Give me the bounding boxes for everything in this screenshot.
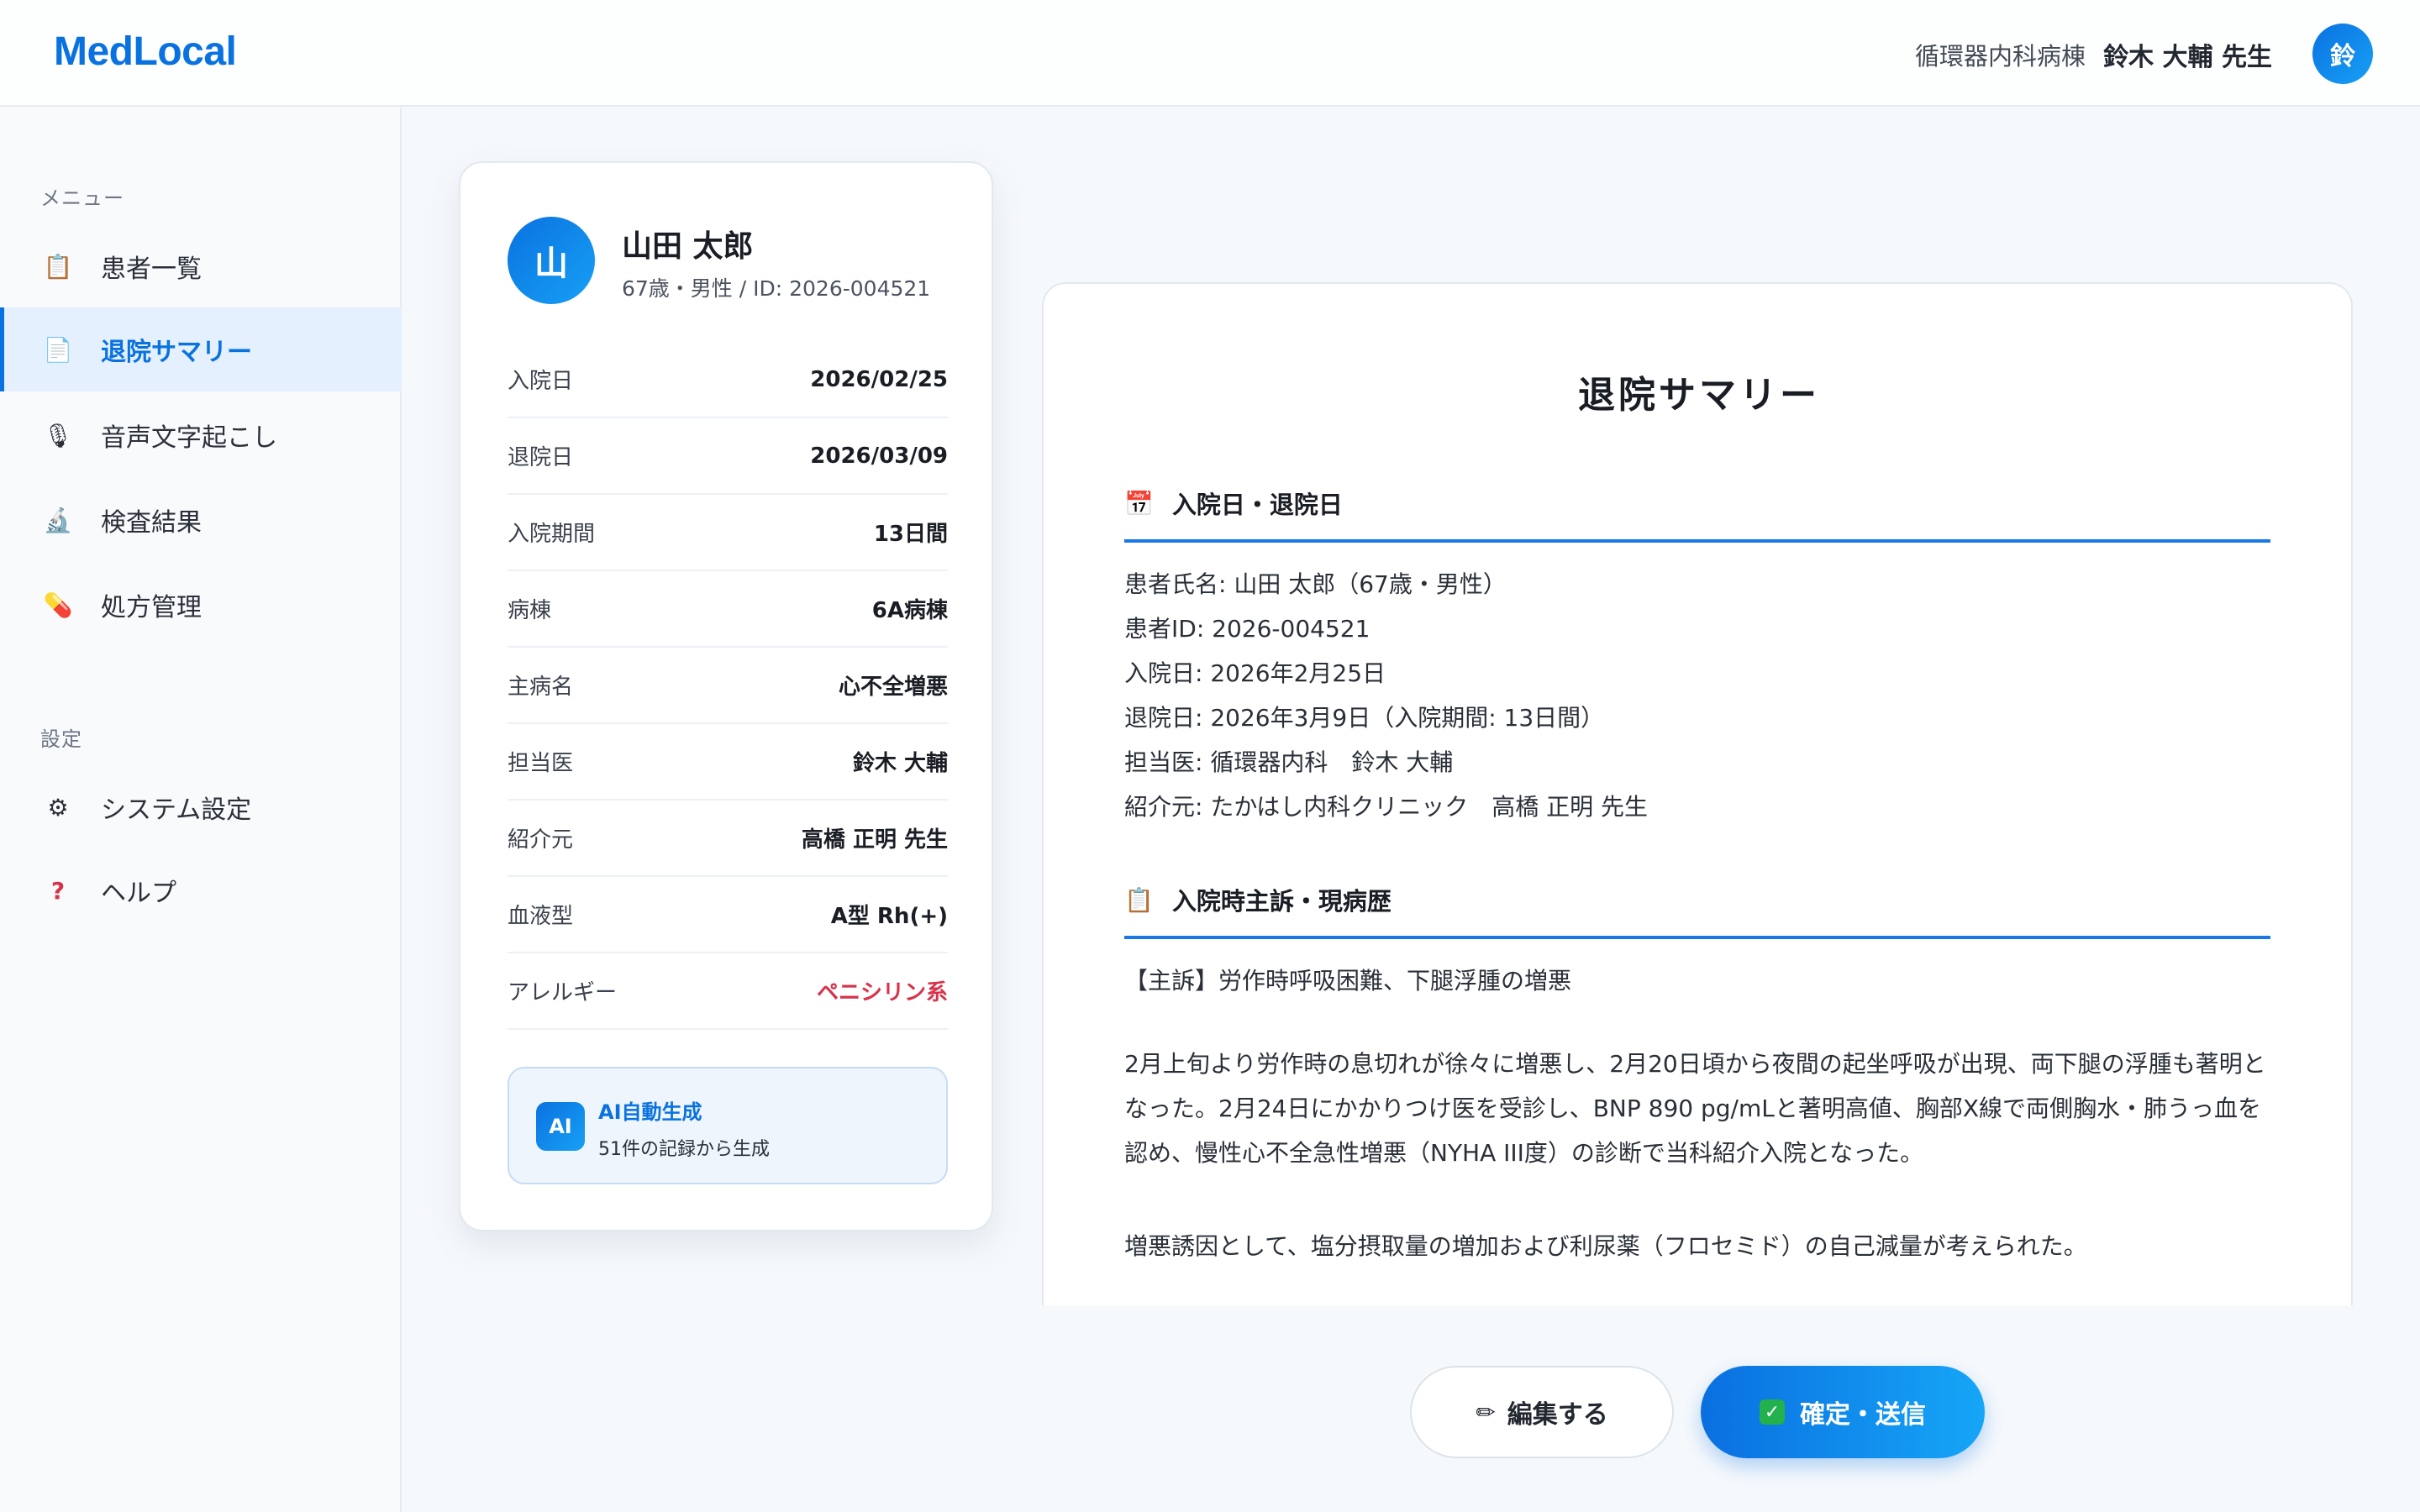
section-heading-text: 入院時主訴・現病歴 <box>1171 887 1392 916</box>
sidebar-item-system-settings[interactable]: ⚙ システム設定 <box>0 765 402 849</box>
row-label: 担当医 <box>508 751 574 776</box>
clipboard-icon: 📋 <box>43 252 73 281</box>
sidebar: メニュー 📋 患者一覧 📄 退院サマリー 🎙 音声文字起こし 🔬 検査結果 💊 … <box>0 108 402 1512</box>
calendar-icon: 📅 <box>1124 489 1154 517</box>
summary-title: 退院サマリー <box>1578 374 1820 417</box>
document-icon: 📄 <box>43 335 73 364</box>
summary-line: 退院日: 2026年3月9日（入院期間: 13日間） <box>1124 704 1605 732</box>
confirm-send-label: 確定・送信 <box>1800 1400 1926 1430</box>
patient-demographics: 67歳・男性 / ID: 2026-004521 <box>622 276 931 301</box>
sidebar-item-prescriptions[interactable]: 💊 処方管理 <box>0 563 402 647</box>
settings-section-label: 設定 <box>40 727 82 751</box>
question-icon: ? <box>50 876 66 905</box>
discharge-summary-document[interactable]: 退院サマリー 📅 入院日・退院日 患者氏名: 山田 太郎（67歳・男性） 患者I… <box>1042 282 2353 1305</box>
user-avatar[interactable]: 鈴 <box>2312 24 2373 84</box>
section-heading-admission-discharge: 📅 入院日・退院日 <box>1124 486 2270 543</box>
summary-line: 紹介元: たかはし内科クリニック 高橋 正明 先生 <box>1124 793 1649 821</box>
row-label: アレルギー <box>508 980 618 1005</box>
row-value: 高橋 正明 先生 <box>801 827 948 853</box>
row-label: 主病名 <box>508 675 574 700</box>
row-value: 2026/03/09 <box>810 443 948 469</box>
patient-row-admission-date: 入院日 2026/02/25 <box>508 342 948 418</box>
row-value: 6A病棟 <box>871 598 948 623</box>
row-value: 13日間 <box>873 522 948 547</box>
section-heading-chief-complaint: 📋 入院時主訴・現病歴 <box>1124 882 2270 939</box>
patient-row-blood-type: 血液型 A型 Rh(+) <box>508 877 948 953</box>
sidebar-item-discharge-summary[interactable]: 📄 退院サマリー <box>0 307 402 391</box>
check-icon: ✓ <box>1760 1399 1785 1425</box>
sidebar-item-patient-list[interactable]: 📋 患者一覧 <box>0 224 402 308</box>
row-label: 血液型 <box>508 904 574 929</box>
sidebar-item-label: 患者一覧 <box>101 255 202 284</box>
current-user-name: 鈴木 大輔 先生 <box>2103 43 2272 72</box>
row-label: 紹介元 <box>508 827 574 853</box>
patient-row-attending: 担当医 鈴木 大輔 <box>508 724 948 801</box>
ward-name: 循環器内科病棟 <box>1914 42 2086 71</box>
sidebar-item-help[interactable]: ? ヘルプ <box>0 848 402 932</box>
ai-generated-notice: AI AI自動生成 51件の記録から生成 <box>508 1067 948 1184</box>
gear-icon: ⚙ <box>47 793 69 822</box>
patient-row-referrer: 紹介元 高橋 正明 先生 <box>508 801 948 877</box>
section-heading-text: 入院日・退院日 <box>1171 491 1343 519</box>
allergy-value: ペニシリン系 <box>816 980 948 1005</box>
microscope-icon: 🔬 <box>43 506 73 534</box>
app-logo[interactable]: MedLocal <box>54 29 237 75</box>
pill-icon: 💊 <box>43 591 73 619</box>
ai-notice-subtitle: 51件の記録から生成 <box>598 1139 770 1160</box>
ai-notice-title: AI自動生成 <box>598 1100 702 1124</box>
row-label: 入院期間 <box>508 522 596 547</box>
ai-badge-icon: AI <box>536 1102 585 1151</box>
summary-line: 患者ID: 2026-004521 <box>1124 615 1370 643</box>
patient-avatar: 山 <box>508 217 595 304</box>
menu-section-label: メニュー <box>40 186 124 210</box>
row-value: 鈴木 大輔 <box>852 751 948 776</box>
row-label: 病棟 <box>508 598 552 623</box>
sidebar-item-label: 処方管理 <box>101 593 202 622</box>
patient-row-stay-length: 入院期間 13日間 <box>508 495 948 571</box>
row-value: 2026/02/25 <box>810 366 948 392</box>
exacerbation-cause: 増悪誘因として、塩分摂取量の増加および利尿薬（フロセミド）の自己減量が考えられた… <box>1124 1232 2087 1260</box>
patient-info-card: 山 山田 太郎 67歳・男性 / ID: 2026-004521 入院日 202… <box>459 161 993 1231</box>
summary-line: 患者氏名: 山田 太郎（67歳・男性） <box>1124 570 1507 598</box>
sidebar-item-transcription[interactable]: 🎙 音声文字起こし <box>0 393 402 477</box>
edit-button[interactable]: ✏ 編集する <box>1410 1366 1674 1458</box>
patient-name: 山田 太郎 <box>622 229 754 264</box>
patient-row-allergy: アレルギー ペニシリン系 <box>508 953 948 1030</box>
patient-row-discharge-date: 退院日 2026/03/09 <box>508 418 948 495</box>
patient-row-diagnosis: 主病名 心不全増悪 <box>508 648 948 724</box>
row-value: 心不全増悪 <box>838 675 948 700</box>
row-label: 退院日 <box>508 445 574 470</box>
edit-button-label: 編集する <box>1507 1400 1608 1430</box>
sidebar-item-label: 退院サマリー <box>101 338 252 367</box>
clipboard-icon: 📋 <box>1124 885 1154 914</box>
top-header: MedLocal 循環器内科病棟 鈴木 大輔 先生 鈴 <box>0 0 2420 107</box>
summary-line: 担当医: 循環器内科 鈴木 大輔 <box>1124 748 1454 776</box>
microphone-icon: 🎙 <box>43 421 73 449</box>
row-label: 入院日 <box>508 369 574 394</box>
pencil-icon: ✏ <box>1476 1398 1496 1426</box>
sidebar-item-label: 音声文字起こし <box>101 423 277 453</box>
patient-row-ward: 病棟 6A病棟 <box>508 571 948 648</box>
row-value: A型 Rh(+) <box>830 904 948 929</box>
sidebar-item-label: ヘルプ <box>101 879 176 908</box>
sidebar-item-test-results[interactable]: 🔬 検査結果 <box>0 478 402 562</box>
summary-line: 入院日: 2026年2月25日 <box>1124 659 1386 687</box>
sidebar-item-label: システム設定 <box>101 795 252 825</box>
chief-complaint: 【主訴】労作時呼吸困難、下腿浮腫の増悪 <box>1124 967 1572 995</box>
present-illness-history: 2月上旬より労作時の息切れが徐々に増悪し、2月20日頃から夜間の起坐呼吸が出現、… <box>1124 1050 2266 1167</box>
confirm-send-button[interactable]: ✓ 確定・送信 <box>1701 1366 1985 1458</box>
sidebar-item-label: 検査結果 <box>101 508 202 538</box>
